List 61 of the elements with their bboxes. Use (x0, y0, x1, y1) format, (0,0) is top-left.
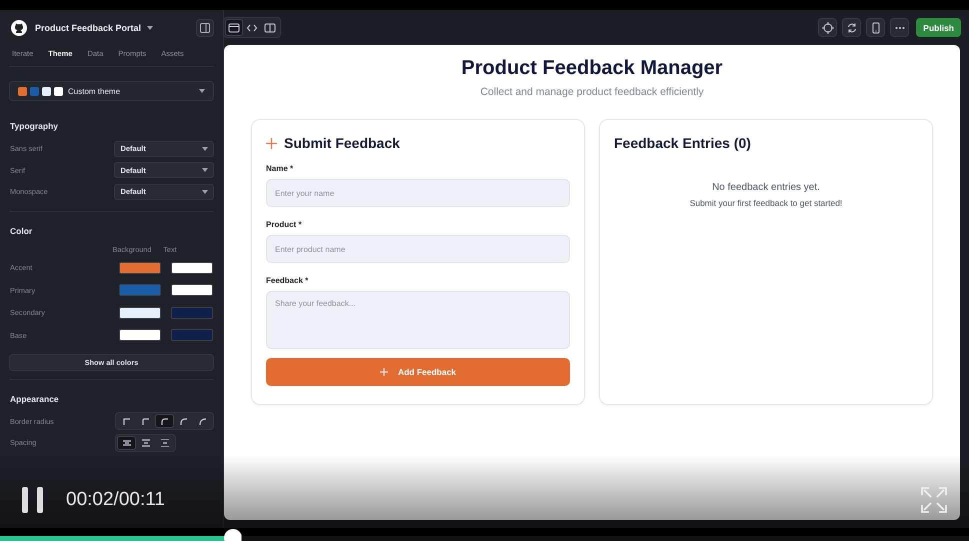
color-picker[interactable] (119, 329, 161, 342)
section-heading: Appearance (9, 394, 60, 404)
caret-icon (202, 190, 208, 194)
field-label: Product * (266, 220, 303, 229)
section-heading: Color (9, 226, 34, 236)
color-picker[interactable] (171, 306, 213, 319)
crosshair-icon (822, 22, 834, 34)
color-picker[interactable] (119, 306, 161, 319)
caret-icon (202, 146, 208, 151)
plus-icon (266, 138, 277, 148)
input-field[interactable]: Enter product name (266, 235, 570, 263)
card-title: Feedback Entries (0) (614, 135, 751, 151)
refresh-icon (846, 22, 858, 34)
color-picker[interactable] (119, 284, 161, 296)
page-title: Product Feedback Manager (461, 57, 723, 80)
pause-button[interactable] (22, 487, 44, 513)
color-picker[interactable] (171, 284, 213, 296)
feedback-field[interactable]: Share your feedback... (266, 291, 570, 349)
caret-icon (199, 89, 205, 93)
playback-time: 00:02/00:11 (66, 489, 165, 511)
color-picker[interactable] (171, 329, 213, 342)
caret-icon (147, 26, 154, 30)
field-label: Name * (266, 164, 294, 173)
corner-icon (161, 418, 168, 425)
color-picker[interactable] (171, 262, 213, 274)
mobile-preview-button[interactable] (866, 18, 886, 37)
corner-icon (180, 418, 187, 425)
more-options-button[interactable] (890, 18, 910, 37)
corner-icon (142, 418, 149, 425)
page-subtitle: Collect and manage product feedback efficiently (480, 86, 704, 98)
publish-button[interactable]: Publish (916, 18, 961, 37)
spacing-icon (142, 438, 150, 447)
sidebar-panel-icon (200, 23, 210, 33)
fullscreen-icon (921, 487, 947, 513)
spacing-icon (122, 438, 130, 447)
empty-state-text: Submit your first feedback to get started! (690, 198, 842, 208)
sidebar-toggle-button[interactable] (196, 19, 214, 37)
preview-view-button[interactable] (225, 19, 243, 36)
refresh-button[interactable] (842, 18, 862, 37)
field-label: Feedback * (266, 276, 310, 285)
browser-window-icon (228, 22, 240, 34)
target-button[interactable] (818, 18, 838, 37)
corner-radius-option[interactable] (155, 414, 174, 428)
section-heading: Typography (9, 121, 60, 131)
spacing-icon (160, 438, 168, 447)
card-title: Submit Feedback (284, 135, 400, 151)
split-columns-icon (264, 22, 276, 34)
caret-icon (202, 168, 208, 172)
empty-state-title: No feedback entries yet. (712, 182, 820, 193)
pause-icon (22, 487, 44, 513)
corner-icon (123, 418, 130, 425)
input-field[interactable]: Enter your name (266, 179, 570, 207)
theme-dropdown[interactable]: Custom theme (9, 81, 214, 101)
plus-icon (380, 368, 388, 376)
progress-track[interactable] (0, 536, 969, 541)
project-menu[interactable]: Product Feedback Portal (35, 23, 154, 33)
octocat-logo-icon (11, 20, 27, 36)
phone-icon (870, 22, 882, 34)
corner-icon (199, 418, 206, 425)
spacing-option[interactable] (117, 436, 136, 450)
color-picker[interactable] (119, 262, 161, 274)
